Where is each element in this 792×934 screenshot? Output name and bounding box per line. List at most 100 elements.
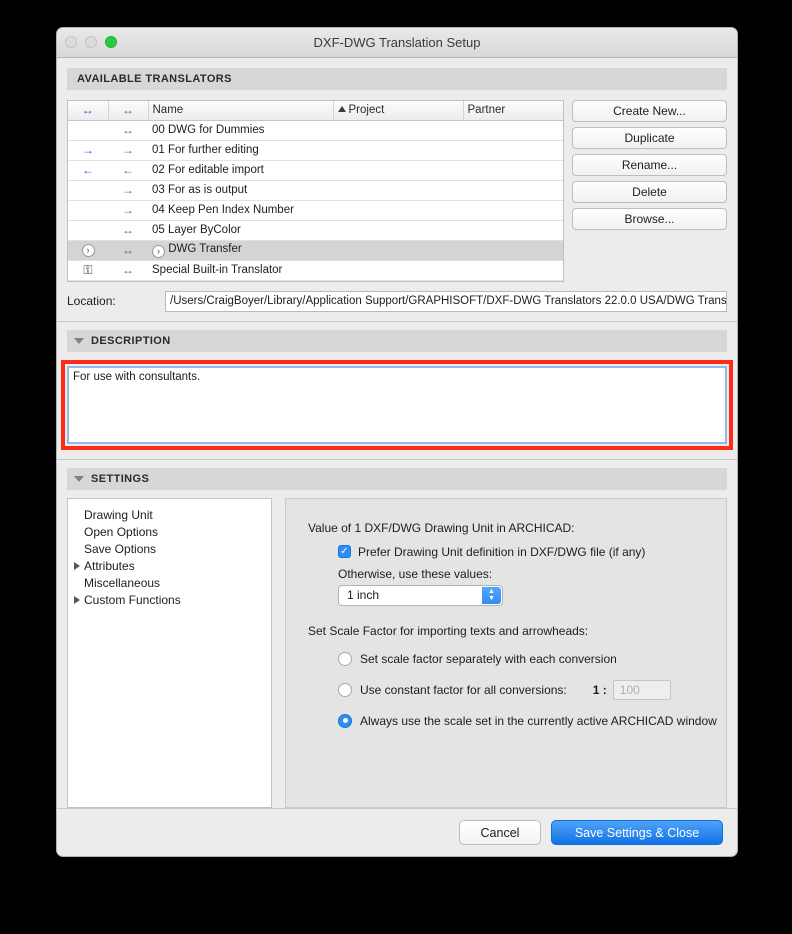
column-header-import[interactable]: ↔ [68,101,108,121]
row-project-cell [333,200,463,221]
row-name-cell: 01 For further editing [148,140,333,161]
prefer-drawing-unit-label: Prefer Drawing Unit definition in DXF/DW… [358,544,646,559]
row-partner-cell [463,180,563,201]
direction-icon: → [82,143,94,157]
row-name-cell: 04 Keep Pen Index Number [148,200,333,221]
tree-item-label: Custom Functions [84,593,181,607]
row-name-label: 00 DWG for Dummies [152,124,265,136]
tree-item-save-options[interactable]: Save Options [68,541,271,558]
table-row[interactable]: ↔ 00 DWG for Dummies [68,120,563,141]
row-partner-cell [463,220,563,241]
column-header-project[interactable]: Project [332,101,463,121]
tree-item-open-options[interactable]: Open Options [68,524,271,541]
row-name-cell: 00 DWG for Dummies [148,120,333,141]
table-row[interactable]: › ↔ › DWG Transfer [68,240,563,261]
row-project-cell [333,180,463,201]
row-export-cell: → [108,200,148,221]
translators-table: ↔ ↔ Name Project Partner ↔ 00 DWG for Dum… [67,100,564,282]
table-row[interactable]: → 04 Keep Pen Index Number [68,200,563,221]
column-header-name[interactable]: Name [147,101,333,121]
radio-use-constant-label: Use constant factor for all conversions: [360,682,567,697]
prefer-drawing-unit-checkbox[interactable]: ✓ [338,545,351,558]
radio-row-always[interactable]: Always use the scale set in the currentl… [338,713,726,728]
drawing-unit-select[interactable]: 1 inch ▲ ▼ [338,584,503,606]
chevron-down-icon [74,475,84,482]
zoom-button[interactable] [105,36,117,48]
close-button[interactable] [65,36,77,48]
row-project-cell [333,120,463,141]
chevron-right-icon[interactable] [74,596,80,604]
table-row[interactable]: → 03 For as is output [68,180,563,201]
description-textarea[interactable]: For use with consultants. [67,365,727,444]
tree-item-drawing-unit[interactable]: Drawing Unit [68,507,271,524]
delete-button[interactable]: Delete [572,181,727,203]
disclosure-icon[interactable]: › [152,244,165,258]
rename-button[interactable]: Rename... [572,154,727,176]
radio-row-constant[interactable]: Use constant factor for all conversions:… [338,679,726,700]
row-export-cell: → [108,180,148,201]
direction-icon: → [122,183,134,197]
row-import-cell: ⚿ [68,260,108,281]
scale-factor-heading: Set Scale Factor for importing texts and… [308,623,589,638]
row-project-cell [333,240,463,261]
window-title: DXF-DWG Translation Setup [313,35,481,50]
table-row[interactable]: ⚿ ↔ Special Built-in Translator [68,260,563,281]
save-settings-close-button[interactable]: Save Settings & Close [551,820,723,845]
settings-header[interactable]: SETTINGS [67,467,727,490]
tree-item-custom-functions[interactable]: Custom Functions [68,592,271,609]
table-row[interactable]: ← ← 02 For editable import [68,160,563,181]
column-header-partner[interactable]: Partner [462,101,563,121]
row-import-cell: › [68,240,108,261]
drawing-unit-value: 1 inch [347,588,380,602]
row-import-cell: ← [68,160,108,181]
row-import-cell [68,120,108,141]
row-name-cell: 03 For as is output [148,180,333,201]
disclosure-icon[interactable]: › [81,243,95,257]
browse-button[interactable]: Browse... [572,208,727,230]
row-name-label: 01 For further editing [152,144,259,156]
row-project-cell [333,140,463,161]
row-name-label: DWG Transfer [168,242,242,255]
row-name-cell: › DWG Transfer [148,240,333,261]
duplicate-button[interactable]: Duplicate [572,127,727,149]
row-name-label: 05 Layer ByColor [152,224,241,236]
column-header-export[interactable]: ↔ [107,101,148,121]
cancel-button[interactable]: Cancel [459,820,541,845]
radio-row-separately[interactable]: Set scale factor separately with each co… [338,651,726,666]
row-import-cell [68,200,108,221]
settings-tree: Drawing Unit Open Options Save Options Attr… [67,497,272,808]
stepper-icon[interactable]: ▲ ▼ [482,586,501,604]
radio-always-active-window-label: Always use the scale set in the currentl… [360,713,717,728]
row-export-cell: ↔ [108,120,148,141]
tree-item-attributes[interactable]: Attributes [68,558,271,575]
description-highlight: For use with consultants. [61,359,733,450]
create-new-button[interactable]: Create New... [572,100,727,122]
radio-use-constant[interactable] [338,682,352,697]
chevron-right-icon[interactable] [74,562,80,570]
row-name-label: Special Built-in Translator [152,264,283,276]
section-divider-2 [57,458,737,460]
tree-item-miscellaneous[interactable]: Miscellaneous [68,575,271,592]
lock-icon: ⚿ [83,262,93,277]
section-divider [57,320,737,322]
prefer-drawing-unit-row[interactable]: ✓ Prefer Drawing Unit definition in DXF/… [338,545,726,559]
dialog-footer: Cancel Save Settings & Close [57,808,737,856]
radio-set-separately[interactable] [338,651,352,666]
drawing-unit-heading: Value of 1 DXF/DWG Drawing Unit in ARCHI… [308,520,575,535]
ratio-input[interactable]: 100 [612,679,671,700]
table-row[interactable]: → → 01 For further editing [68,140,563,161]
row-name-label: 02 For editable import [152,164,264,176]
table-row[interactable]: ↔ 05 Layer ByColor [68,220,563,241]
available-translators-title: AVAILABLE TRANSLATORS [77,73,232,85]
description-title: DESCRIPTION [91,334,171,347]
radio-always-active-window[interactable] [338,713,352,728]
location-input[interactable]: /Users/CraigBoyer/Library/Application Su… [165,290,727,312]
minimize-button[interactable] [85,36,97,48]
otherwise-row: Otherwise, use these values: [338,567,726,581]
description-header[interactable]: DESCRIPTION [67,329,727,352]
row-name-cell: 05 Layer ByColor [148,220,333,241]
row-partner-cell [463,160,563,181]
